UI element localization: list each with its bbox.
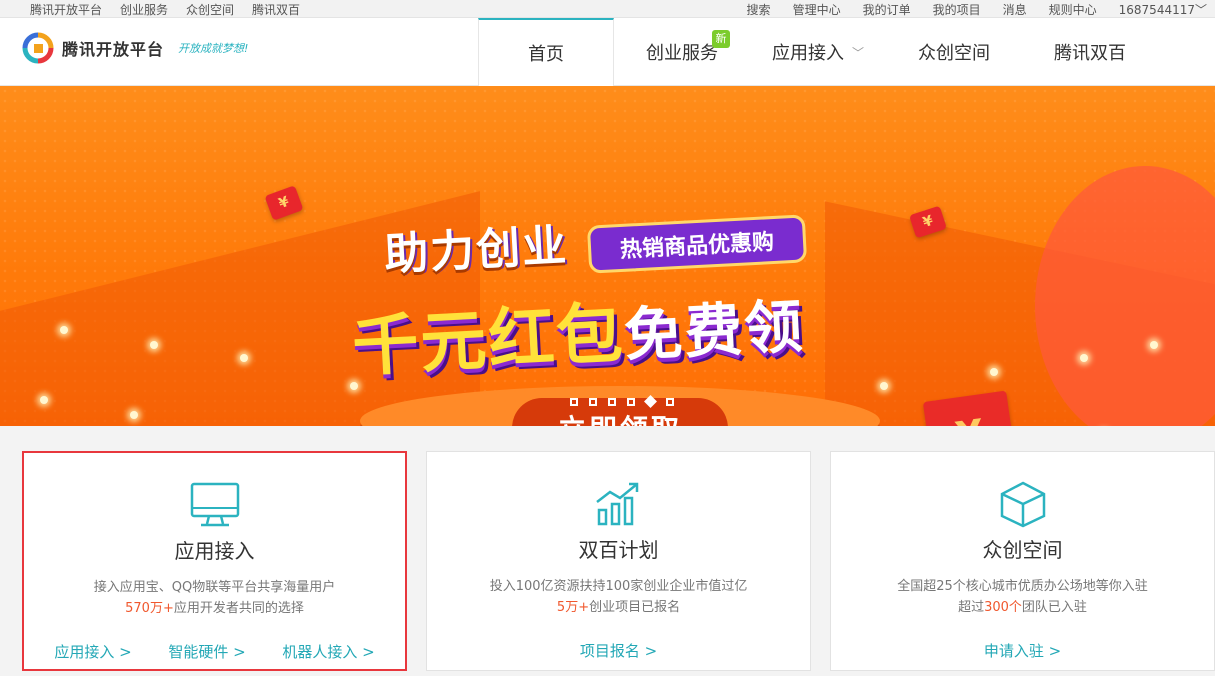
growth-chart-icon: [595, 482, 638, 526]
card-title: 应用接入: [174, 539, 255, 563]
card-stat-highlight: 570万+: [125, 601, 174, 616]
card-desc-line-2: 5万+创业项目已报名: [427, 597, 810, 618]
top-link-admin-center[interactable]: 管理中心: [793, 1, 841, 18]
card-title: 双百计划: [578, 538, 659, 562]
card-desc-line-2: 570万+应用开发者共同的选择: [24, 598, 405, 619]
top-link-my-orders[interactable]: 我的订单: [863, 1, 911, 18]
main-nav: 腾讯开放平台 开放成就梦想! 首页 创业服务 新 应用接入 ﹀ 众创空间 腾讯双…: [0, 18, 1215, 86]
card-desc-text: 创业项目已报名: [589, 600, 681, 615]
carousel-dot-1[interactable]: [570, 397, 578, 406]
logo-slogan: 开放成就梦想!: [178, 42, 249, 55]
logo-text: 腾讯开放平台: [62, 40, 165, 59]
top-links-left: 腾讯开放平台 创业服务 众创空间 腾讯双百: [30, 1, 300, 18]
link-smart-hardware[interactable]: 智能硬件 >: [168, 641, 245, 662]
top-link-messages[interactable]: 消息: [1003, 1, 1027, 18]
card-description: 全国超25个核心城市优质办公场地等你入驻 超过300个团队已入驻: [831, 576, 1214, 618]
top-link-rules-center[interactable]: 规则中心: [1049, 1, 1097, 18]
carousel-dot-2[interactable]: [589, 397, 597, 406]
nav-item-app-access[interactable]: 应用接入 ﹀: [750, 18, 886, 86]
nav-item-label: 首页: [528, 44, 564, 65]
top-link-startup-services[interactable]: 创业服务: [120, 1, 168, 18]
card-links: 项目报名 >: [427, 640, 810, 661]
nav-item-label: 创业服务: [646, 43, 718, 64]
feature-cards: 应用接入 接入应用宝、QQ物联等平台共享海量用户 570万+应用开发者共同的选择…: [22, 451, 1215, 676]
nav-menu: 首页 创业服务 新 应用接入 ﹀ 众创空间 腾讯双百: [478, 18, 1158, 86]
nav-item-double-hundred[interactable]: 腾讯双百: [1022, 18, 1158, 86]
new-badge: 新: [712, 30, 730, 48]
light-bulb: [1150, 341, 1158, 349]
top-link-double-hundred[interactable]: 腾讯双百: [252, 1, 300, 18]
nav-item-startup-services[interactable]: 创业服务 新: [614, 18, 750, 86]
cube-icon: [1000, 481, 1045, 528]
card-desc-line-1: 接入应用宝、QQ物联等平台共享海量用户: [93, 580, 336, 595]
monitor-icon: [190, 482, 239, 527]
link-app-access[interactable]: 应用接入 >: [54, 641, 131, 662]
carousel-dot-5-active[interactable]: [644, 395, 657, 408]
link-project-signup[interactable]: 项目报名 >: [580, 640, 657, 661]
account-menu[interactable]: 1687544117﹀: [1119, 1, 1207, 18]
top-link-search[interactable]: 搜索: [747, 1, 771, 18]
nav-item-maker-space[interactable]: 众创空间: [886, 18, 1022, 86]
card-desc-text: 应用开发者共同的选择: [173, 601, 304, 616]
banner-headline-2a: 千元红包: [350, 294, 627, 386]
card-double-hundred[interactable]: 双百计划 投入100亿资源扶持100家创业企业市值过亿 5万+创业项目已报名 项…: [426, 451, 812, 671]
top-link-my-projects[interactable]: 我的项目: [933, 1, 981, 18]
card-links: 申请入驻 >: [831, 640, 1214, 661]
banner-headline-1: 助力创业: [383, 220, 570, 281]
card-desc-prefix: 超过: [958, 600, 985, 615]
card-app-access[interactable]: 应用接入 接入应用宝、QQ物联等平台共享海量用户 570万+应用开发者共同的选择…: [22, 451, 408, 671]
carousel-dot-6[interactable]: [666, 397, 674, 406]
nav-item-label: 应用接入: [771, 43, 844, 64]
card-desc-text: 团队已入驻: [1021, 600, 1087, 615]
light-bulb: [130, 411, 138, 419]
card-description: 接入应用宝、QQ物联等平台共享海量用户 570万+应用开发者共同的选择: [24, 577, 405, 619]
light-bulb: [880, 382, 888, 390]
link-robot-access[interactable]: 机器人接入 >: [282, 641, 374, 662]
card-title: 众创空间: [982, 538, 1063, 562]
banner-headline-2b: 免费领: [622, 292, 806, 370]
nav-item-label: 腾讯双百: [1054, 43, 1126, 64]
nav-item-home[interactable]: 首页: [478, 18, 614, 86]
site-logo[interactable]: 腾讯开放平台 开放成就梦想!: [22, 32, 248, 64]
carousel-indicators: [570, 395, 674, 408]
promo-banner[interactable]: ¥ ¥ ¥ ¥ 助力创业 热销商品优惠购 千元红包免费领 立即领取: [0, 86, 1215, 426]
light-bulb: [990, 368, 998, 376]
card-desc-line-1: 投入100亿资源扶持100家创业企业市值过亿: [489, 579, 748, 594]
card-stat-highlight: 300个: [984, 600, 1022, 615]
light-bulb: [60, 326, 68, 334]
light-bulb: [1080, 354, 1088, 362]
card-maker-space[interactable]: 众创空间 全国超25个核心城市优质办公场地等你入驻 超过300个团队已入驻 申请…: [830, 451, 1215, 671]
tencent-open-logo-icon: [22, 32, 54, 64]
light-bulb: [240, 354, 248, 362]
card-desc-line-2: 超过300个团队已入驻: [831, 597, 1214, 618]
card-desc-line-1: 全国超25个核心城市优质办公场地等你入驻: [897, 579, 1148, 594]
nav-item-label: 众创空间: [918, 43, 990, 64]
card-stat-highlight: 5万+: [556, 600, 590, 615]
top-utility-bar: 腾讯开放平台 创业服务 众创空间 腾讯双百 搜索 管理中心 我的订单 我的项目 …: [0, 0, 1215, 18]
card-description: 投入100亿资源扶持100家创业企业市值过亿 5万+创业项目已报名: [427, 576, 810, 618]
top-link-maker-space[interactable]: 众创空间: [186, 1, 234, 18]
link-apply-residency[interactable]: 申请入驻 >: [984, 640, 1061, 661]
card-links: 应用接入 > 智能硬件 > 机器人接入 >: [24, 641, 405, 662]
light-bulb: [150, 341, 158, 349]
top-link-open-platform[interactable]: 腾讯开放平台: [30, 1, 102, 18]
top-links-right: 搜索 管理中心 我的订单 我的项目 消息 规则中心 1687544117﹀: [747, 1, 1207, 18]
light-bulb: [40, 396, 48, 404]
carousel-dot-4[interactable]: [627, 397, 635, 406]
chevron-down-icon: ﹀: [851, 45, 864, 60]
carousel-dot-3[interactable]: [608, 397, 616, 406]
